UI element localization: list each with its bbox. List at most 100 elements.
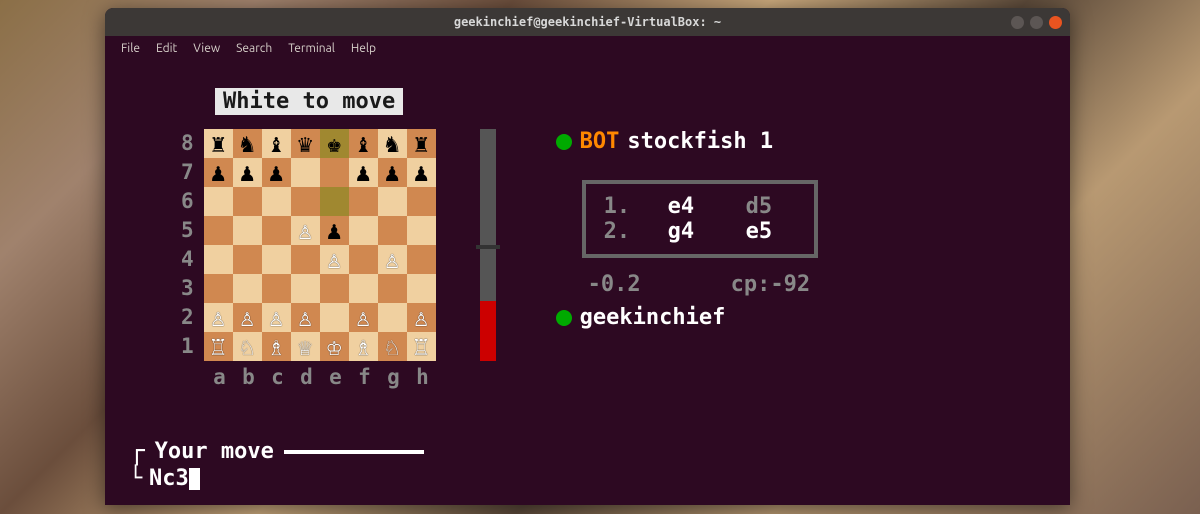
piece[interactable]: ♕	[298, 334, 313, 359]
square[interactable]: ♗	[262, 332, 291, 361]
square[interactable]: ♙	[291, 216, 320, 245]
square[interactable]	[233, 187, 262, 216]
square[interactable]	[349, 216, 378, 245]
menu-search[interactable]: Search	[230, 40, 278, 57]
square[interactable]: ♟	[407, 158, 436, 187]
square[interactable]	[291, 158, 320, 187]
square[interactable]: ♛	[291, 129, 320, 158]
square[interactable]	[320, 187, 349, 216]
piece[interactable]: ♟	[327, 218, 342, 243]
piece[interactable]: ♟	[240, 160, 255, 185]
square[interactable]	[407, 216, 436, 245]
square[interactable]: ♙	[204, 303, 233, 332]
square[interactable]	[378, 274, 407, 303]
square[interactable]	[204, 187, 233, 216]
square[interactable]	[233, 216, 262, 245]
square[interactable]	[204, 245, 233, 274]
square[interactable]	[233, 245, 262, 274]
piece[interactable]: ♟	[385, 160, 400, 185]
piece[interactable]: ♟	[269, 160, 284, 185]
move-input[interactable]: Nc3	[149, 466, 189, 491]
square[interactable]	[204, 274, 233, 303]
square[interactable]: ♞	[233, 129, 262, 158]
piece[interactable]: ♔	[327, 334, 342, 359]
square[interactable]	[378, 303, 407, 332]
piece[interactable]: ♙	[327, 247, 342, 272]
piece[interactable]: ♘	[385, 334, 400, 359]
piece[interactable]: ♙	[240, 305, 255, 330]
square[interactable]	[378, 216, 407, 245]
chessboard[interactable]: ♜♞♝♛♚♝♞♜♟♟♟♟♟♟♙♟♙♙♙♙♙♙♙♙♖♘♗♕♔♗♘♖	[204, 129, 436, 361]
square[interactable]	[291, 245, 320, 274]
square[interactable]: ♔	[320, 332, 349, 361]
maximize-button[interactable]	[1030, 16, 1043, 29]
square[interactable]: ♟	[378, 158, 407, 187]
square[interactable]: ♙	[291, 303, 320, 332]
square[interactable]	[262, 245, 291, 274]
square[interactable]	[204, 216, 233, 245]
square[interactable]	[349, 274, 378, 303]
titlebar[interactable]: geekinchief@geekinchief-VirtualBox: ~	[105, 8, 1070, 36]
menu-file[interactable]: File	[115, 40, 146, 57]
piece[interactable]: ♙	[298, 305, 313, 330]
square[interactable]	[262, 216, 291, 245]
square[interactable]	[233, 274, 262, 303]
square[interactable]	[349, 187, 378, 216]
square[interactable]: ♙	[262, 303, 291, 332]
piece[interactable]: ♘	[240, 334, 255, 359]
menu-terminal[interactable]: Terminal	[282, 40, 341, 57]
piece[interactable]: ♞	[240, 131, 255, 156]
square[interactable]: ♟	[233, 158, 262, 187]
piece[interactable]: ♙	[269, 305, 284, 330]
square[interactable]	[291, 274, 320, 303]
piece[interactable]: ♛	[298, 131, 313, 156]
piece[interactable]: ♗	[356, 334, 371, 359]
menu-help[interactable]: Help	[345, 40, 382, 57]
square[interactable]: ♙	[349, 303, 378, 332]
close-button[interactable]	[1049, 16, 1062, 29]
square[interactable]: ♙	[233, 303, 262, 332]
square[interactable]	[320, 274, 349, 303]
piece[interactable]: ♙	[211, 305, 226, 330]
square[interactable]	[320, 303, 349, 332]
square[interactable]: ♟	[204, 158, 233, 187]
square[interactable]	[262, 187, 291, 216]
square[interactable]: ♕	[291, 332, 320, 361]
square[interactable]: ♖	[407, 332, 436, 361]
square[interactable]: ♘	[233, 332, 262, 361]
square[interactable]: ♚	[320, 129, 349, 158]
square[interactable]	[407, 245, 436, 274]
menu-edit[interactable]: Edit	[150, 40, 183, 57]
piece[interactable]: ♙	[298, 218, 313, 243]
square[interactable]: ♟	[349, 158, 378, 187]
square[interactable]: ♝	[349, 129, 378, 158]
square[interactable]: ♙	[320, 245, 349, 274]
square[interactable]: ♙	[378, 245, 407, 274]
piece[interactable]: ♝	[269, 131, 284, 156]
piece[interactable]: ♙	[356, 305, 371, 330]
piece[interactable]: ♗	[269, 334, 284, 359]
piece[interactable]: ♜	[211, 131, 226, 156]
input-line[interactable]: └ Nc3	[129, 466, 424, 491]
square[interactable]	[262, 274, 291, 303]
square[interactable]	[291, 187, 320, 216]
square[interactable]	[407, 187, 436, 216]
square[interactable]: ♜	[407, 129, 436, 158]
square[interactable]: ♘	[378, 332, 407, 361]
square[interactable]: ♝	[262, 129, 291, 158]
piece[interactable]: ♞	[385, 131, 400, 156]
square[interactable]: ♙	[407, 303, 436, 332]
piece[interactable]: ♖	[414, 334, 429, 359]
square[interactable]	[378, 187, 407, 216]
piece[interactable]: ♟	[211, 160, 226, 185]
square[interactable]	[349, 245, 378, 274]
square[interactable]: ♞	[378, 129, 407, 158]
square[interactable]: ♜	[204, 129, 233, 158]
minimize-button[interactable]	[1011, 16, 1024, 29]
square[interactable]	[320, 158, 349, 187]
piece[interactable]: ♟	[356, 160, 371, 185]
square[interactable]: ♟	[320, 216, 349, 245]
square[interactable]: ♖	[204, 332, 233, 361]
piece[interactable]: ♙	[385, 247, 400, 272]
square[interactable]: ♟	[262, 158, 291, 187]
